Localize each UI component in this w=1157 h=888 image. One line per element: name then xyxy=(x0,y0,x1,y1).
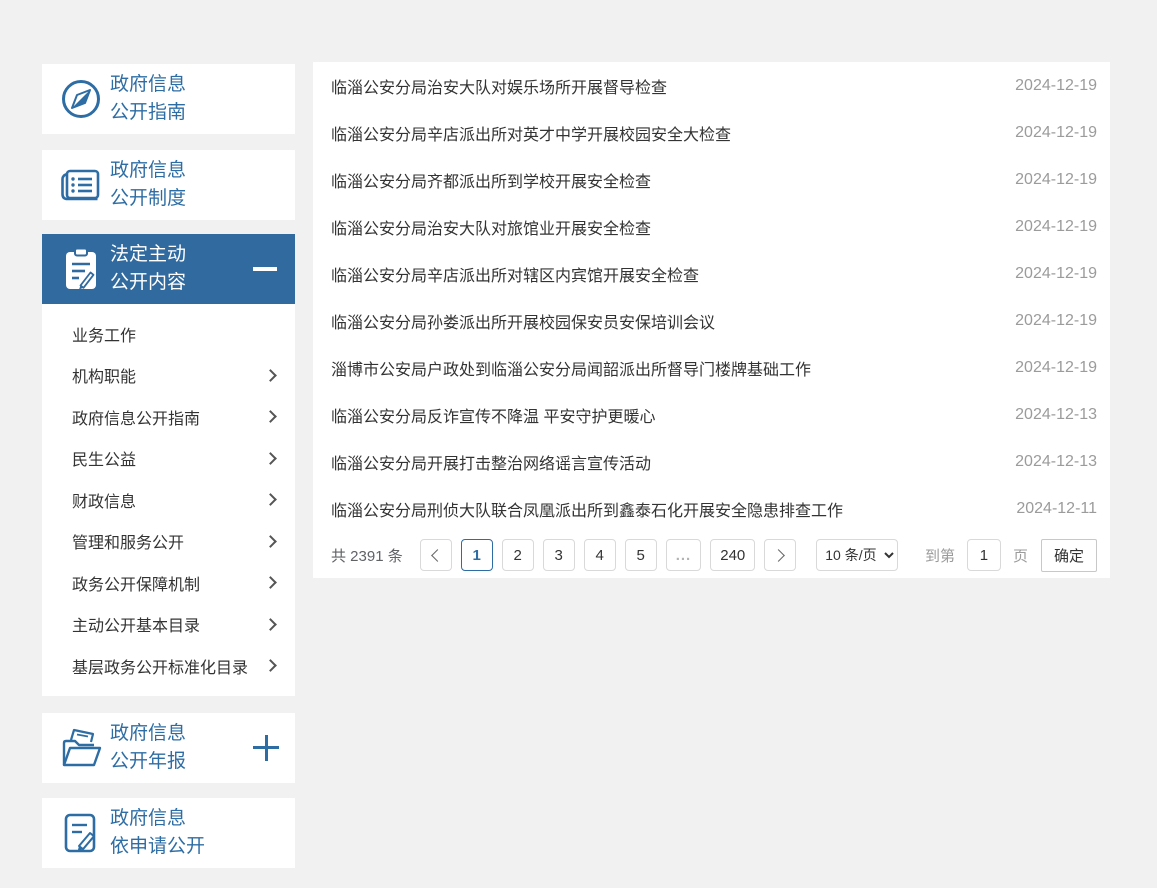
total-count-label: 共 2391 条 xyxy=(331,545,403,566)
submenu-item-org-functions[interactable]: 机构职能 xyxy=(42,355,295,397)
chevron-right-icon xyxy=(772,549,785,562)
news-link[interactable]: 临淄公安分局开展打击整治网络谣言宣传活动 xyxy=(331,450,1001,474)
list-item: 临淄公安分局反诈宣传不降温 平安守护更暖心 2024-12-13 xyxy=(313,391,1110,438)
chevron-left-icon xyxy=(431,549,444,562)
news-link[interactable]: 临淄公安分局齐都派出所到学校开展安全检查 xyxy=(331,168,1001,192)
submenu-item-fiscal-info[interactable]: 财政信息 xyxy=(42,479,295,521)
news-date: 2024-12-19 xyxy=(1015,124,1097,142)
news-date: 2024-12-13 xyxy=(1015,453,1097,471)
submenu-item-label: 业务工作 xyxy=(72,322,136,346)
news-link[interactable]: 临淄公安分局辛店派出所对英才中学开展校园安全大检查 xyxy=(331,121,1001,145)
goto-prefix-label: 到第 xyxy=(925,545,955,566)
chevron-right-icon xyxy=(264,369,277,382)
list-item: 临淄公安分局治安大队对娱乐场所开展督导检查 2024-12-19 xyxy=(313,62,1110,109)
pagination-bar: 共 2391 条 1 2 3 4 5 ... 240 10 条/页 到第 页 确… xyxy=(313,532,1110,578)
chevron-right-icon xyxy=(264,535,277,548)
sidebar-item-guide[interactable]: 政府信息 公开指南 xyxy=(42,64,295,134)
list-item: 淄博市公安局户政处到临淄公安分局闻韶派出所督导门楼牌基础工作 2024-12-1… xyxy=(313,344,1110,391)
sidebar: 政府信息 公开指南 政府信息 公开制度 xyxy=(42,64,295,868)
page-button-1[interactable]: 1 xyxy=(461,539,493,571)
goto-page-group: 到第 页 确定 xyxy=(925,539,1097,572)
list-item: 临淄公安分局辛店派出所对英才中学开展校园安全大检查 2024-12-19 xyxy=(313,109,1110,156)
submenu-item-guarantee-mechanism[interactable]: 政务公开保障机制 xyxy=(42,562,295,604)
list-item: 临淄公安分局刑侦大队联合凤凰派出所到鑫泰石化开展安全隐患排查工作 2024-12… xyxy=(313,485,1110,532)
submenu-item-info-guide[interactable]: 政府信息公开指南 xyxy=(42,396,295,438)
news-link[interactable]: 临淄公安分局治安大队对旅馆业开展安全检查 xyxy=(331,215,1001,239)
page-button-5[interactable]: 5 xyxy=(625,539,657,571)
news-date: 2024-12-19 xyxy=(1015,312,1097,330)
sidebar-item-label: 法定主动 公开内容 xyxy=(110,241,186,297)
chevron-right-icon xyxy=(264,410,277,423)
news-link[interactable]: 临淄公安分局反诈宣传不降温 平安守护更暖心 xyxy=(331,403,1001,427)
chevron-right-icon xyxy=(264,659,277,672)
compass-icon xyxy=(52,77,110,121)
news-date: 2024-12-19 xyxy=(1015,218,1097,236)
submenu-item-management-service[interactable]: 管理和服务公开 xyxy=(42,521,295,563)
chevron-right-icon xyxy=(264,576,277,589)
sidebar-submenu: 业务工作 机构职能 政府信息公开指南 民生公益 财政信息 管理和服务公开 政务公… xyxy=(42,304,295,696)
submenu-item-basic-catalog[interactable]: 主动公开基本目录 xyxy=(42,604,295,646)
submenu-item-label: 政务公开保障机制 xyxy=(72,571,200,595)
news-link[interactable]: 临淄公安分局刑侦大队联合凤凰派出所到鑫泰石化开展安全隐患排查工作 xyxy=(331,497,1002,521)
news-link[interactable]: 临淄公安分局治安大队对娱乐场所开展督导检查 xyxy=(331,74,1001,98)
submenu-item-label: 管理和服务公开 xyxy=(72,529,184,553)
sidebar-item-annual-report[interactable]: 政府信息 公开年报 xyxy=(42,713,295,783)
goto-suffix-label: 页 xyxy=(1013,545,1028,566)
page-size-select[interactable]: 10 条/页 xyxy=(816,539,898,571)
more-pages-button[interactable]: ... xyxy=(666,539,702,571)
list-item: 临淄公安分局齐都派出所到学校开展安全检查 2024-12-19 xyxy=(313,156,1110,203)
next-page-button[interactable] xyxy=(764,539,796,571)
sidebar-item-application-disclosure[interactable]: 政府信息 依申请公开 xyxy=(42,798,295,868)
document-pencil-icon xyxy=(52,810,110,856)
list-item: 临淄公安分局孙娄派出所开展校园保安员安保培训会议 2024-12-19 xyxy=(313,297,1110,344)
news-date: 2024-12-19 xyxy=(1015,171,1097,189)
notebook-list-icon xyxy=(52,164,110,206)
news-date: 2024-12-19 xyxy=(1015,359,1097,377)
news-date: 2024-12-11 xyxy=(1016,500,1097,518)
minus-icon xyxy=(253,267,277,271)
news-link[interactable]: 临淄公安分局辛店派出所对辖区内宾馆开展安全检查 xyxy=(331,262,1001,286)
sidebar-item-label: 政府信息 公开年报 xyxy=(110,720,186,776)
page-button-3[interactable]: 3 xyxy=(543,539,575,571)
list-item: 临淄公安分局开展打击整治网络谣言宣传活动 2024-12-13 xyxy=(313,438,1110,485)
confirm-button[interactable]: 确定 xyxy=(1041,539,1097,572)
sidebar-item-label: 政府信息 公开指南 xyxy=(110,71,186,127)
submenu-item-grassroots-catalog[interactable]: 基层政务公开标准化目录 xyxy=(42,645,295,687)
submenu-item-business-work[interactable]: 业务工作 xyxy=(42,313,295,355)
submenu-item-label: 政府信息公开指南 xyxy=(72,405,200,429)
sidebar-item-label: 政府信息 依申请公开 xyxy=(110,805,205,861)
sidebar-item-statutory-disclosure[interactable]: 法定主动 公开内容 xyxy=(42,234,295,304)
news-date: 2024-12-13 xyxy=(1015,406,1097,424)
plus-icon xyxy=(253,735,279,761)
page-button-2[interactable]: 2 xyxy=(502,539,534,571)
page-button-240[interactable]: 240 xyxy=(710,539,755,571)
submenu-item-label: 机构职能 xyxy=(72,363,136,387)
list-item: 临淄公安分局辛店派出所对辖区内宾馆开展安全检查 2024-12-19 xyxy=(313,250,1110,297)
folder-documents-icon xyxy=(52,725,110,771)
chevron-right-icon xyxy=(264,618,277,631)
chevron-right-icon xyxy=(264,452,277,465)
submenu-item-label: 财政信息 xyxy=(72,488,136,512)
sidebar-item-label: 政府信息 公开制度 xyxy=(110,157,186,213)
news-date: 2024-12-19 xyxy=(1015,77,1097,95)
news-link[interactable]: 临淄公安分局孙娄派出所开展校园保安员安保培训会议 xyxy=(331,309,1001,333)
news-date: 2024-12-19 xyxy=(1015,265,1097,283)
page-button-4[interactable]: 4 xyxy=(584,539,616,571)
submenu-item-label: 基层政务公开标准化目录 xyxy=(72,654,248,678)
goto-page-input[interactable] xyxy=(967,539,1001,571)
news-link[interactable]: 淄博市公安局户政处到临淄公安分局闻韶派出所督导门楼牌基础工作 xyxy=(331,356,1001,380)
sidebar-item-system[interactable]: 政府信息 公开制度 xyxy=(42,150,295,220)
news-list-panel: 临淄公安分局治安大队对娱乐场所开展督导检查 2024-12-19 临淄公安分局辛… xyxy=(313,62,1110,578)
chevron-right-icon xyxy=(264,493,277,506)
prev-page-button[interactable] xyxy=(420,539,452,571)
list-item: 临淄公安分局治安大队对旅馆业开展安全检查 2024-12-19 xyxy=(313,203,1110,250)
submenu-item-label: 民生公益 xyxy=(72,446,136,470)
submenu-item-livelihood[interactable]: 民生公益 xyxy=(42,438,295,480)
clipboard-pencil-icon xyxy=(52,245,110,293)
submenu-item-label: 主动公开基本目录 xyxy=(72,612,200,636)
